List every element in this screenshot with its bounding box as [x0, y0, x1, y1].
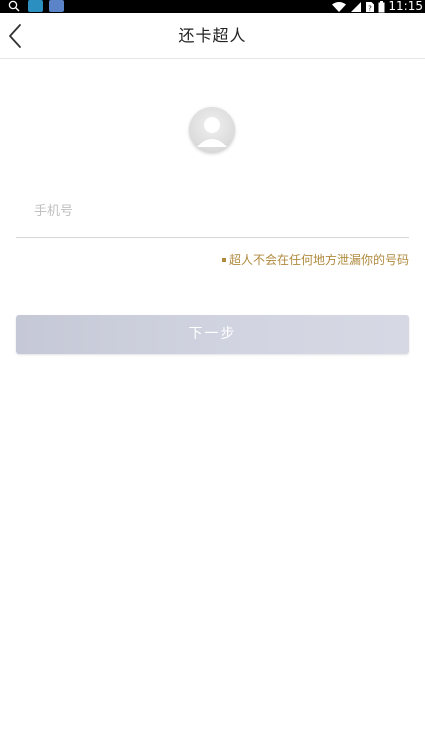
- phone-field-row: [16, 192, 409, 238]
- page-title: 还卡超人: [178, 26, 247, 45]
- user-avatar-icon: [189, 107, 235, 153]
- privacy-note-text: 超人不会在任何地方泄漏你的号码: [228, 253, 409, 267]
- bullet-icon: [221, 257, 226, 262]
- privacy-note: 超人不会在任何地方泄漏你的号码: [221, 252, 409, 268]
- no-sim-icon: ?: [366, 1, 375, 12]
- app-notification-icon: [28, 0, 43, 12]
- phone-input[interactable]: [34, 192, 394, 230]
- next-step-button[interactable]: 下一步: [16, 315, 409, 354]
- search-icon: [8, 0, 20, 12]
- status-bar-right: ? 11:15: [331, 0, 423, 13]
- signal-icon: [351, 1, 362, 12]
- wifi-icon: [332, 1, 347, 12]
- svg-text:?: ?: [369, 4, 373, 12]
- status-time: 11:15: [388, 0, 423, 13]
- app-header: 还卡超人: [0, 13, 425, 59]
- chevron-left-icon: [9, 24, 21, 48]
- back-button[interactable]: [4, 20, 32, 52]
- status-bar: ? 11:15: [0, 0, 425, 13]
- app-notification-icon: [49, 0, 64, 12]
- battery-icon: [378, 0, 385, 12]
- avatar: [189, 107, 235, 153]
